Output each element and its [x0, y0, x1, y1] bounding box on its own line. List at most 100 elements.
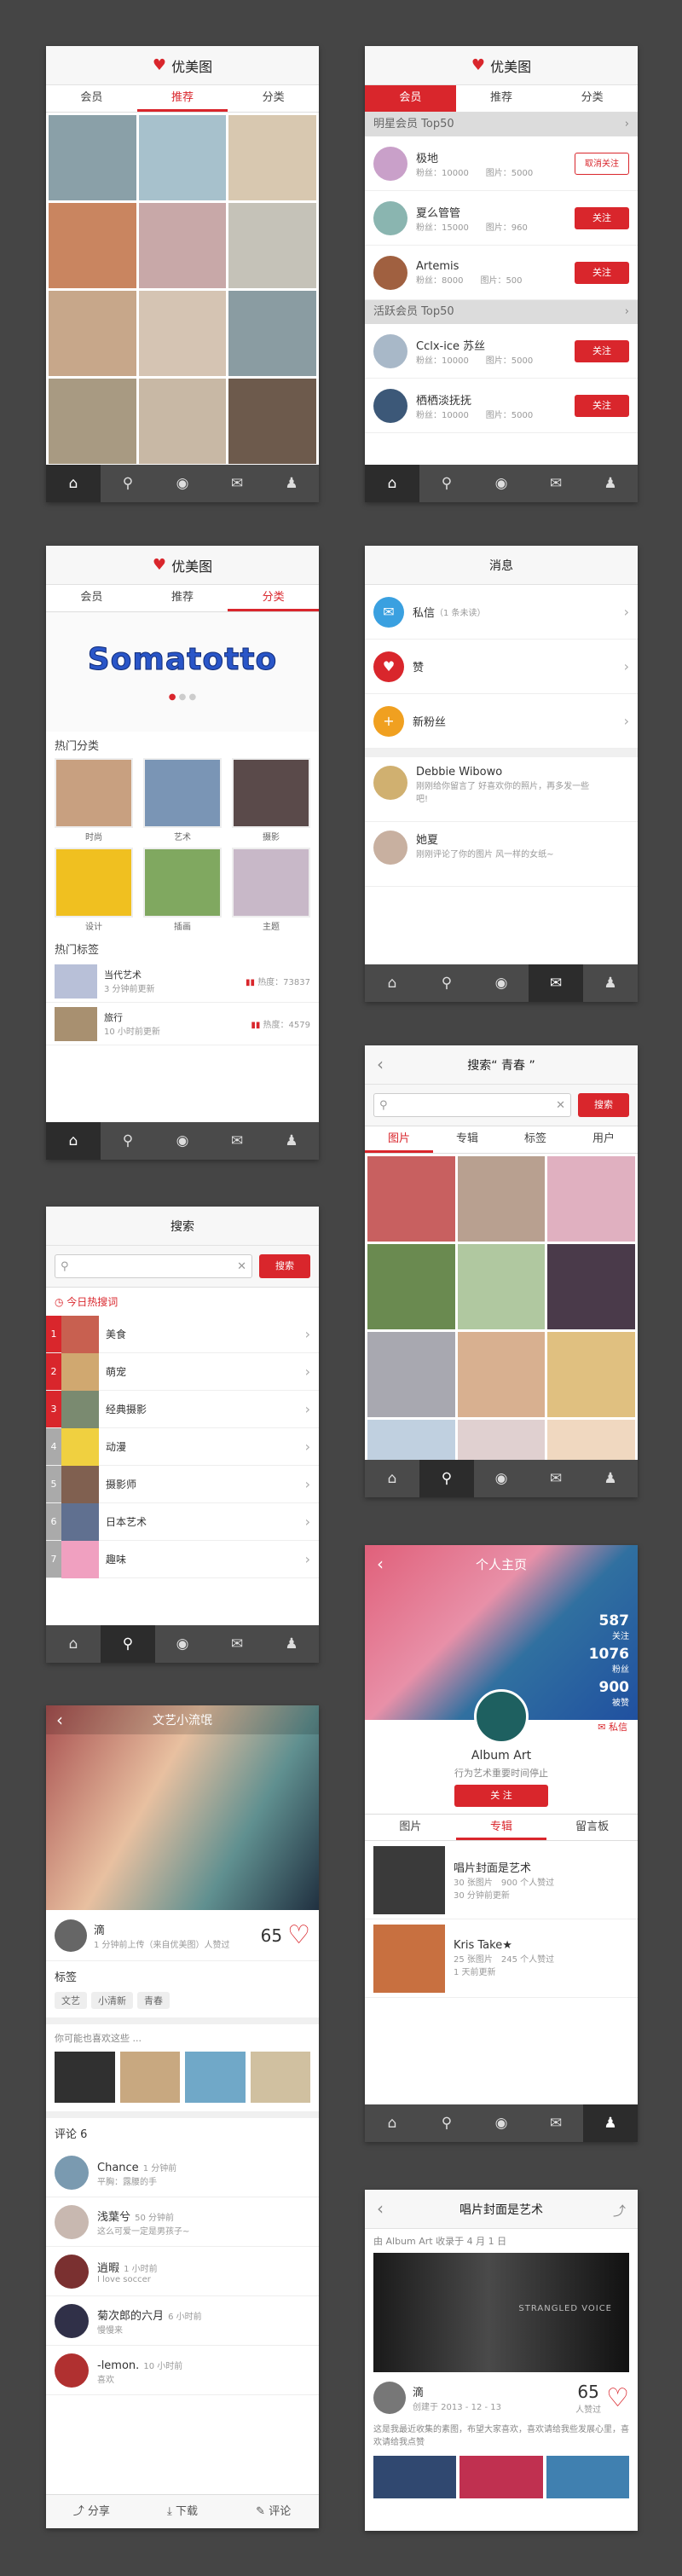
tab-recommend[interactable]: 推荐: [137, 585, 228, 611]
similar-thumb[interactable]: [185, 2052, 246, 2103]
user-icon[interactable]: ♟: [583, 465, 638, 502]
stat-item[interactable]: 1076 粉丝: [589, 1647, 629, 1675]
tab-users[interactable]: 用户: [569, 1126, 638, 1153]
user-icon[interactable]: ♟: [583, 1460, 638, 1497]
hot-tag-row[interactable]: 当代艺术 3 分钟前更新 ▮▮ 热度：73837: [46, 960, 319, 1003]
hot-search-row[interactable]: 2 萌宠 ›: [46, 1352, 319, 1391]
album-row[interactable]: Kris Take★ 25 张图片 245 个人赞过 1 天前更新: [365, 1919, 638, 1998]
avatar[interactable]: [373, 255, 407, 290]
photo-thumb[interactable]: [228, 203, 316, 288]
search-icon[interactable]: ⚲: [101, 1625, 155, 1663]
mail-icon[interactable]: ✉: [529, 964, 583, 1002]
search-icon[interactable]: ⚲: [101, 1122, 155, 1160]
photo-thumb[interactable]: [49, 203, 136, 288]
photo-thumb[interactable]: [228, 379, 316, 464]
tab-category[interactable]: 分类: [228, 85, 319, 112]
tab-albums[interactable]: 专辑: [455, 1815, 547, 1840]
hot-search-row[interactable]: 1 美食 ›: [46, 1315, 319, 1353]
camera-icon[interactable]: ◉: [474, 2104, 529, 2142]
tab-members[interactable]: 会员: [46, 585, 137, 611]
user-icon[interactable]: ♟: [264, 1625, 319, 1663]
tab-members[interactable]: 会员: [46, 85, 137, 112]
stat-item[interactable]: 587 关注: [589, 1613, 630, 1641]
tab-recommend[interactable]: 推荐: [136, 85, 228, 112]
category-item[interactable]: 主题: [232, 848, 310, 932]
back-icon[interactable]: ‹: [377, 1554, 384, 1574]
search-icon[interactable]: ⚲: [101, 465, 155, 502]
follow-button[interactable]: 关 注: [454, 1785, 548, 1807]
banner[interactable]: Somatotto ● ● ●: [46, 612, 319, 732]
category-item[interactable]: 时尚: [55, 758, 133, 842]
hot-search-row[interactable]: 6 日本艺术 ›: [46, 1502, 319, 1541]
tab-tags[interactable]: 标签: [501, 1126, 569, 1153]
camera-icon[interactable]: ◉: [474, 964, 529, 1002]
search-icon[interactable]: ⚲: [419, 1460, 474, 1497]
tab-guestbook[interactable]: 留言板: [546, 1815, 638, 1840]
tab-members[interactable]: 会员: [365, 85, 456, 112]
heart-icon[interactable]: ♡: [606, 2383, 629, 2413]
search-button[interactable]: 搜索: [259, 1254, 310, 1278]
category-item[interactable]: 设计: [55, 848, 133, 932]
photo-thumb[interactable]: [228, 291, 316, 376]
search-button[interactable]: 搜索: [578, 1093, 629, 1117]
back-icon[interactable]: ‹: [56, 1710, 63, 1730]
tag-chip[interactable]: 小清新: [91, 1992, 133, 2009]
download-button[interactable]: ⤓ 下载: [137, 2495, 228, 2528]
avatar[interactable]: [373, 388, 407, 423]
follow-button[interactable]: 取消关注: [575, 152, 629, 175]
photo-thumb[interactable]: [457, 1244, 546, 1329]
mail-icon[interactable]: ✉: [529, 1460, 583, 1497]
camera-icon[interactable]: ◉: [155, 1122, 210, 1160]
home-icon[interactable]: ⌂: [46, 465, 101, 502]
avatar[interactable]: [55, 2353, 89, 2388]
tag-chip[interactable]: 青春: [137, 1992, 170, 2009]
photo-thumb[interactable]: [367, 1332, 455, 1417]
photo-thumb[interactable]: [138, 379, 227, 464]
home-icon[interactable]: ⌂: [46, 1625, 101, 1663]
message-row[interactable]: Debbie Wibowo 刚刚给你留言了 好喜欢你的照片，再多发一些吧!: [365, 757, 638, 822]
photo-thumb[interactable]: [547, 1156, 635, 1242]
photo-thumb[interactable]: [367, 1156, 455, 1242]
category-item[interactable]: 摄影: [232, 758, 310, 842]
avatar[interactable]: [373, 146, 407, 181]
hot-search-row[interactable]: 7 趣味 ›: [46, 1540, 319, 1578]
category-item[interactable]: 艺术: [143, 758, 222, 842]
tab-albums[interactable]: 专辑: [433, 1126, 501, 1153]
follow-button[interactable]: 关注: [575, 206, 629, 229]
hot-search-row[interactable]: 4 动漫 ›: [46, 1427, 319, 1466]
comment-row[interactable]: Chance 1 分钟前 平胸：露腰的手: [46, 2148, 319, 2197]
photo-thumb[interactable]: [547, 1332, 635, 1417]
share-icon[interactable]: ⤴: [613, 2202, 626, 2220]
similar-thumb[interactable]: [55, 2052, 115, 2103]
tab-category[interactable]: 分类: [546, 85, 638, 112]
follow-button[interactable]: 关注: [575, 394, 629, 417]
user-icon[interactable]: ♟: [583, 964, 638, 1002]
camera-icon[interactable]: ◉: [474, 1460, 529, 1497]
comment-row[interactable]: 菊次郎的六月 6 小时前 慢慢来: [46, 2296, 319, 2346]
camera-icon[interactable]: ◉: [474, 465, 529, 502]
search-icon[interactable]: ⚲: [419, 2104, 474, 2142]
photo-thumb[interactable]: [138, 291, 227, 376]
search-input[interactable]: ⚲ ✕: [373, 1093, 571, 1117]
message-row[interactable]: 她夏 刚刚评论了你的图片 风一样的女纸~: [365, 822, 638, 887]
photo-thumb[interactable]: [547, 1244, 635, 1329]
user-icon[interactable]: ♟: [264, 465, 319, 502]
avatar[interactable]: [55, 1919, 87, 1952]
message-button[interactable]: ✉ 私信: [598, 1720, 627, 1734]
member-row[interactable]: Artemis 粉丝：8000 图片：500 关注: [365, 246, 638, 300]
comment-row[interactable]: -lemon. 10 小时前 喜欢: [46, 2346, 319, 2395]
similar-thumb[interactable]: [250, 2052, 310, 2103]
message-category-row[interactable]: + 新粉丝 ›: [365, 694, 638, 749]
camera-icon[interactable]: ◉: [155, 465, 210, 502]
album-row[interactable]: 唱片封面是艺术 30 张图片 900 个人赞过 30 分钟前更新: [365, 1841, 638, 1919]
avatar[interactable]: [55, 2254, 89, 2289]
hot-search-row[interactable]: 5 摄影师 ›: [46, 1465, 319, 1503]
search-icon[interactable]: ⚲: [419, 964, 474, 1002]
avatar[interactable]: [55, 2204, 89, 2239]
mail-icon[interactable]: ✉: [210, 1625, 264, 1663]
clear-icon[interactable]: ✕: [237, 1260, 246, 1273]
photo-thumb[interactable]: [228, 115, 316, 200]
mail-icon[interactable]: ✉: [210, 1122, 264, 1160]
avatar[interactable]: [55, 2155, 89, 2190]
photo-thumb[interactable]: [367, 1244, 455, 1329]
